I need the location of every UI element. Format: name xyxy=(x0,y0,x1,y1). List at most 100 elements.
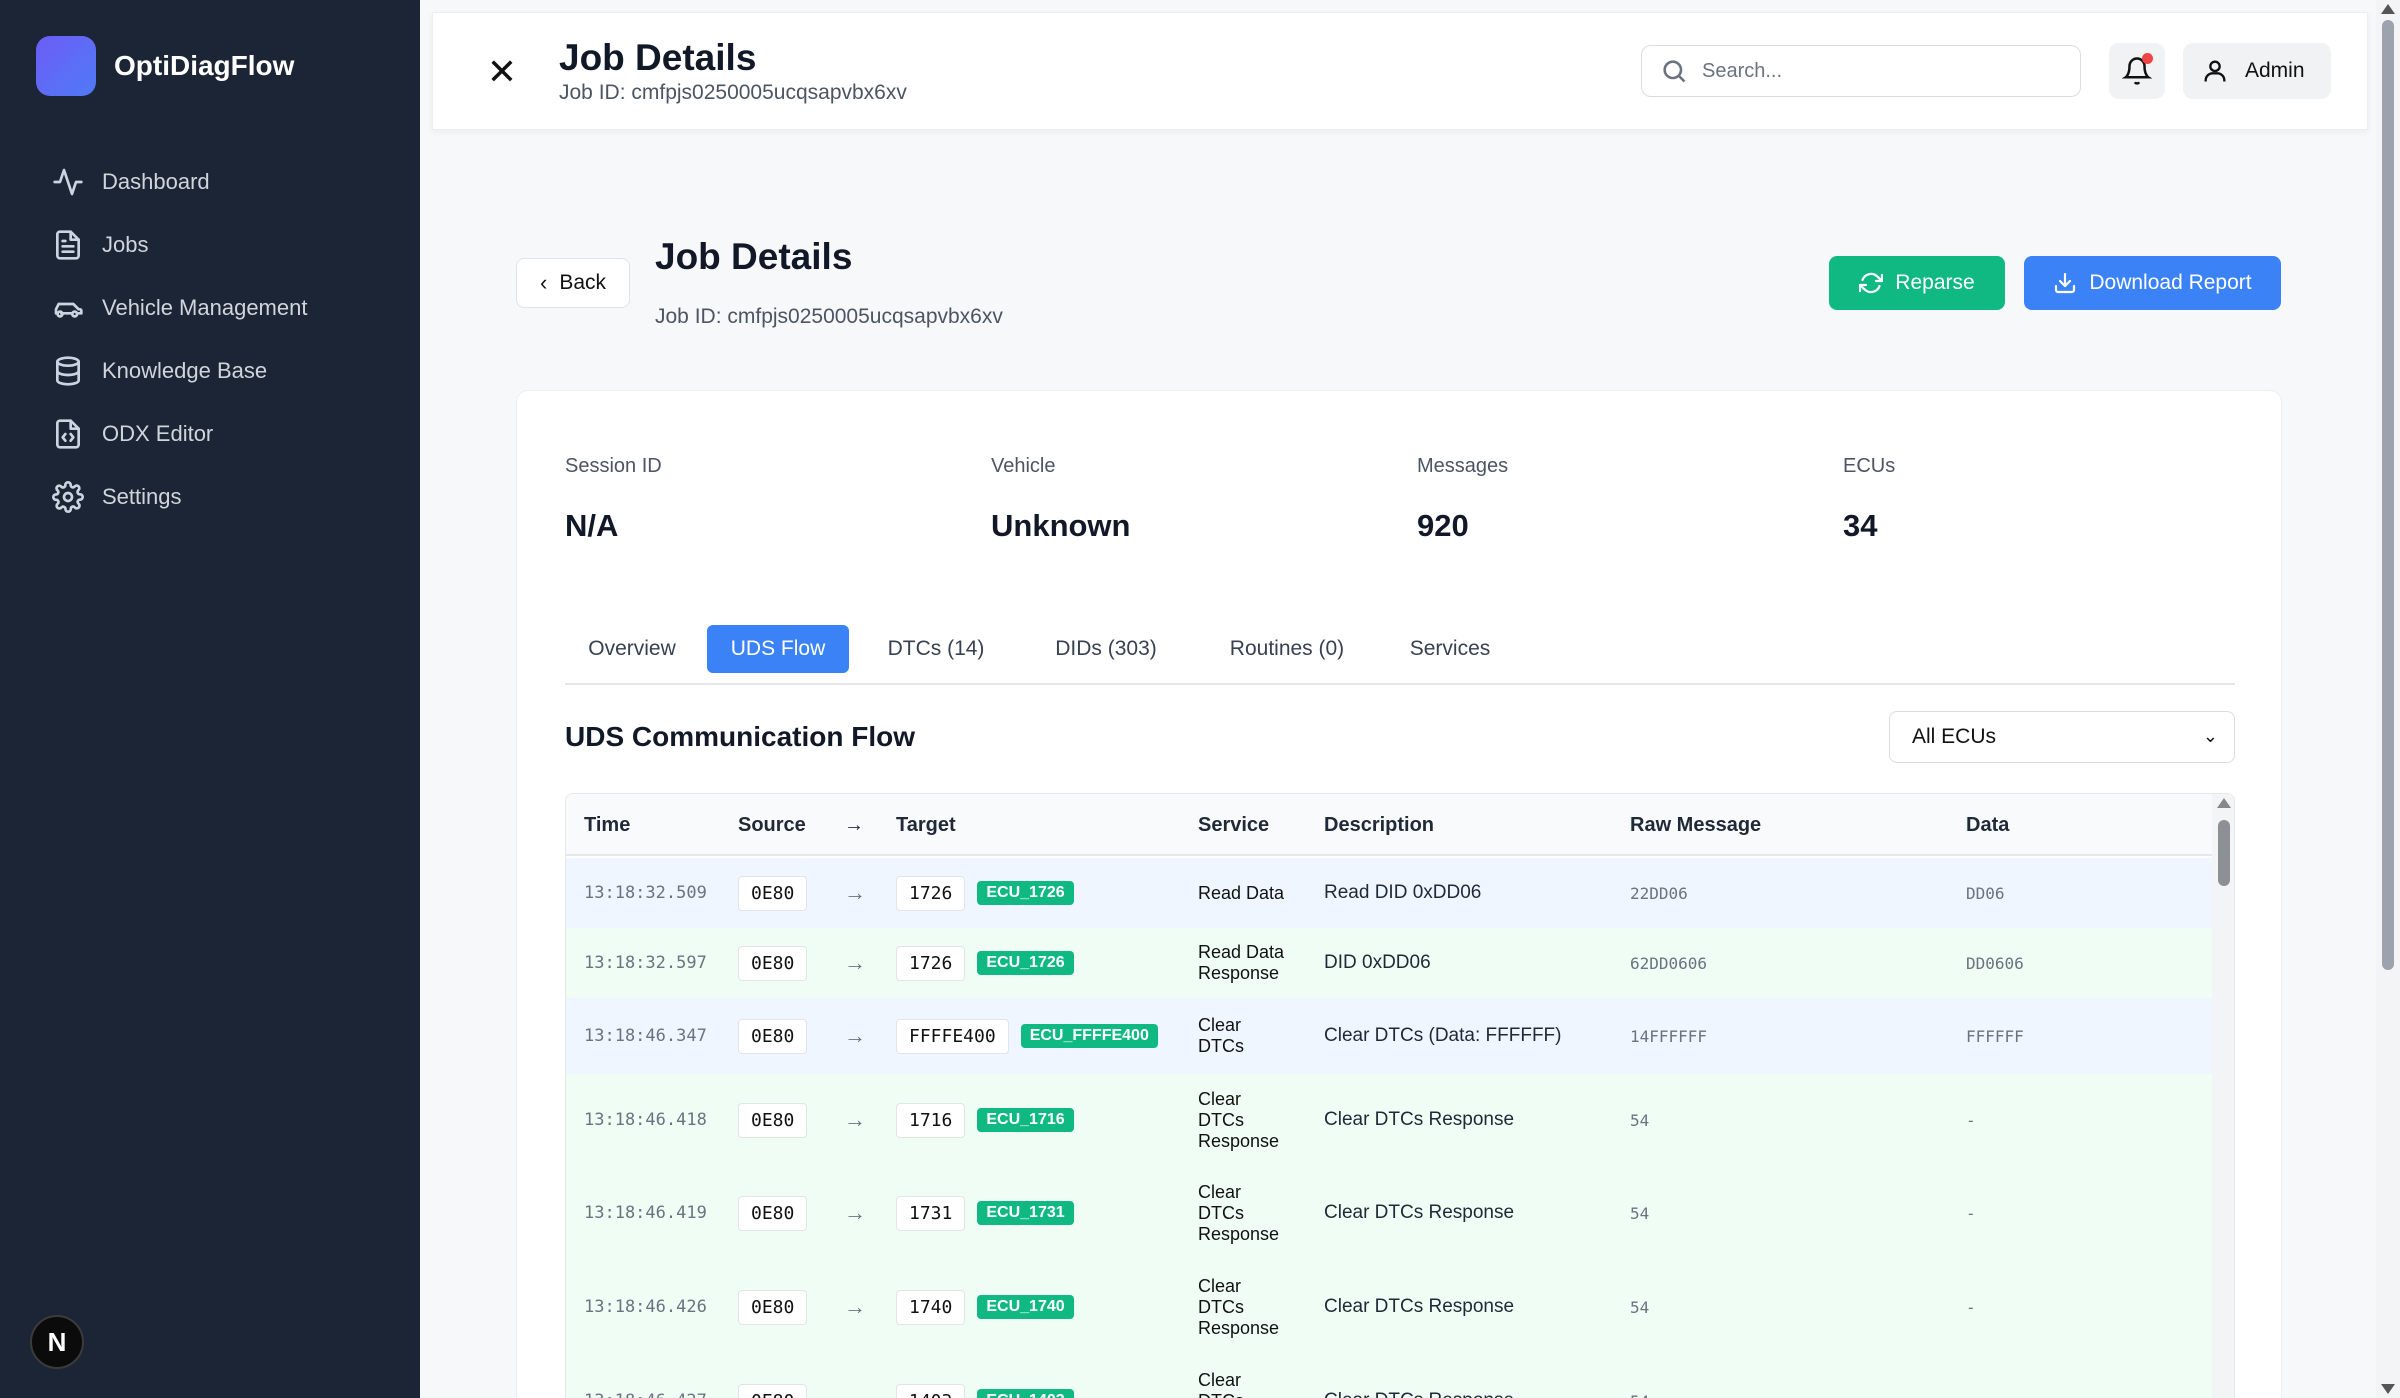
arrow-right-icon: → xyxy=(844,1294,866,1319)
time-cell: 13:18:32.509 xyxy=(584,883,707,903)
column-header[interactable]: Data xyxy=(1966,814,2009,837)
tab-overview[interactable]: Overview xyxy=(565,625,699,673)
page-scroll-thumb[interactable] xyxy=(2382,20,2394,970)
tab-routines[interactable]: Routines (0) xyxy=(1197,625,1377,673)
tab-dtcs[interactable]: DTCs (14) xyxy=(857,625,1015,673)
stat-value: Unknown xyxy=(991,508,1131,543)
search-input[interactable] xyxy=(1702,59,2062,83)
table-row[interactable]: 13:18:32.509 0E80 → 1726 ECU_1726 Read Data Re… xyxy=(566,858,2212,928)
database-icon xyxy=(56,355,80,386)
raw-message-cell: 14FFFFFF xyxy=(1630,1026,1708,1046)
uds-flow-table: Time Source → Target Service Description… xyxy=(565,793,2235,1398)
table-scroll-thumb[interactable] xyxy=(2218,820,2230,886)
column-header[interactable]: Description xyxy=(1324,814,1434,837)
description-cell: Clear DTCs Response xyxy=(1324,1296,1515,1317)
back-button[interactable]: ‹ Back xyxy=(516,258,630,308)
arrow-right-icon: → xyxy=(844,1354,866,1398)
sidebar-item-knowledge-base[interactable]: Knowledge Base xyxy=(52,339,307,402)
data-cell: DD0606 xyxy=(1966,953,2024,973)
user-menu-button[interactable]: Admin xyxy=(2183,43,2331,99)
description-cell: Clear DTCs Response xyxy=(1324,1354,1514,1398)
data-cell: - xyxy=(1966,1297,1976,1317)
activity-icon xyxy=(53,168,83,195)
tab-uds-flow[interactable]: UDS Flow xyxy=(707,625,849,673)
sidebar-item-settings[interactable]: Settings xyxy=(52,465,307,528)
reparse-label: Reparse xyxy=(1895,271,1975,294)
sidebar-item-jobs[interactable]: Jobs xyxy=(52,213,307,276)
ecu-filter-value: All ECUs xyxy=(1912,725,1997,748)
sidebar-item-dashboard[interactable]: Dashboard xyxy=(52,150,307,213)
sidebar-item-odx-editor[interactable]: ODX Editor xyxy=(52,402,307,465)
ecu-badge: ECU_1403 xyxy=(977,1389,1074,1398)
notifications-button[interactable] xyxy=(2109,43,2165,99)
service-cell: Clear DTCs Response xyxy=(1198,1088,1280,1151)
page-scrollbar[interactable] xyxy=(2376,0,2400,1398)
stat-ecus: ECUs 34 xyxy=(1843,455,1895,544)
table-scrollbar[interactable] xyxy=(2212,794,2234,1398)
ecu-badge: ECU_1731 xyxy=(977,1201,1074,1225)
service-cell: Read Data xyxy=(1198,882,1285,903)
table-row[interactable]: 13:18:46.418 0E80 → 1716 ECU_1716 Clear DTCs … xyxy=(566,1074,2212,1166)
table-row[interactable]: 13:18:32.597 0E80 → 1726 ECU_1726 Read Data R… xyxy=(566,928,2212,998)
dev-tools-badge[interactable]: N xyxy=(30,1315,84,1369)
service-cell: Read Data Response xyxy=(1198,942,1285,983)
gear-icon xyxy=(52,480,84,513)
download-report-button[interactable]: Download Report xyxy=(2024,256,2281,310)
service-cell: Clear DTCs Response xyxy=(1198,1181,1280,1244)
target-address: FFFFE400 xyxy=(896,1018,1009,1054)
sidebar: OptiDiagFlow Dashboard Jobs Vehicle Mana… xyxy=(0,0,420,1398)
column-header[interactable]: Source xyxy=(738,814,806,837)
stat-value: 34 xyxy=(1843,508,1878,543)
raw-message-cell: 54 xyxy=(1630,1297,1650,1317)
file-code-icon xyxy=(56,418,80,449)
source-cell: 0E80 xyxy=(738,1166,808,1260)
target-address: 1726 xyxy=(896,945,966,981)
description-cell: Clear DTCs Response xyxy=(1324,1202,1515,1223)
ecu-badge: ECU_1726 xyxy=(977,951,1074,975)
arrow-right-icon: → xyxy=(844,880,866,905)
target-cell: 1731 ECU_1731 xyxy=(896,1166,1074,1260)
column-header[interactable]: Service xyxy=(1198,814,1269,837)
source-address: 0E80 xyxy=(738,945,808,981)
sidebar-item-label: ODX Editor xyxy=(102,420,214,446)
column-header[interactable]: Raw Message xyxy=(1630,814,1761,837)
arrow-right-icon: → xyxy=(844,1107,866,1132)
search-box[interactable] xyxy=(1641,45,2081,97)
scroll-up-arrow[interactable] xyxy=(2381,4,2395,14)
stat-label: ECUs xyxy=(1843,455,1896,477)
chevron-down-icon: ⌄ xyxy=(2202,726,2218,746)
source-cell: 0E80 xyxy=(738,998,808,1074)
user-name: Admin xyxy=(2245,59,2305,82)
description-cell: Clear DTCs Response xyxy=(1324,1109,1515,1130)
raw-message-cell: 62DD0606 xyxy=(1630,953,1708,973)
tab-dids[interactable]: DIDs (303) xyxy=(1023,625,1189,673)
data-cell: FFFFFF xyxy=(1966,1026,2024,1046)
source-cell: 0E80 xyxy=(738,1354,808,1398)
ecu-badge: ECU_1716 xyxy=(977,1108,1074,1132)
reparse-button[interactable]: Reparse xyxy=(1829,256,2005,310)
table-row[interactable]: 13:18:46.347 0E80 → FFFFE400 ECU_FFFFE400 Cle… xyxy=(566,998,2212,1074)
stat-value: N/A xyxy=(565,508,619,543)
time-cell: 13:18:46.426 xyxy=(584,1297,707,1317)
ecu-filter-select[interactable]: All ECUs ⌄ xyxy=(1889,711,2235,763)
table-row[interactable]: 13:18:46.426 0E80 → 1740 ECU_1740 Clear DTCs … xyxy=(566,1260,2212,1354)
source-address: 0E80 xyxy=(738,1383,808,1398)
refresh-icon xyxy=(1859,272,1884,294)
data-cell: - xyxy=(1966,1110,1976,1130)
table-row[interactable]: 13:18:46.419 0E80 → 1731 ECU_1731 Clear DTCs … xyxy=(566,1166,2212,1260)
target-cell: 1726 ECU_1726 xyxy=(896,928,1074,998)
search-icon xyxy=(1663,60,1686,83)
brand[interactable]: OptiDiagFlow xyxy=(36,36,294,96)
description-cell: Read DID 0xDD06 xyxy=(1324,882,1482,903)
sidebar-item-vehicle-management[interactable]: Vehicle Management xyxy=(52,276,307,339)
scroll-down-arrow[interactable] xyxy=(2381,1384,2395,1394)
column-header[interactable]: Target xyxy=(896,814,956,837)
data-cell: DD06 xyxy=(1966,883,2005,903)
tab-services[interactable]: Services xyxy=(1385,625,1515,673)
table-row[interactable]: 13:18:46.427 0E80 → 1403 ECU_1403 Clear DTCs … xyxy=(566,1354,2212,1398)
topbar-job-id: Job ID: cmfpjs0250005ucqsapvbx6xv xyxy=(559,81,907,104)
close-icon[interactable]: ✕ xyxy=(485,54,519,90)
scroll-up-arrow[interactable] xyxy=(2217,798,2231,808)
app-name: OptiDiagFlow xyxy=(114,50,295,81)
column-header[interactable]: Time xyxy=(584,814,630,837)
